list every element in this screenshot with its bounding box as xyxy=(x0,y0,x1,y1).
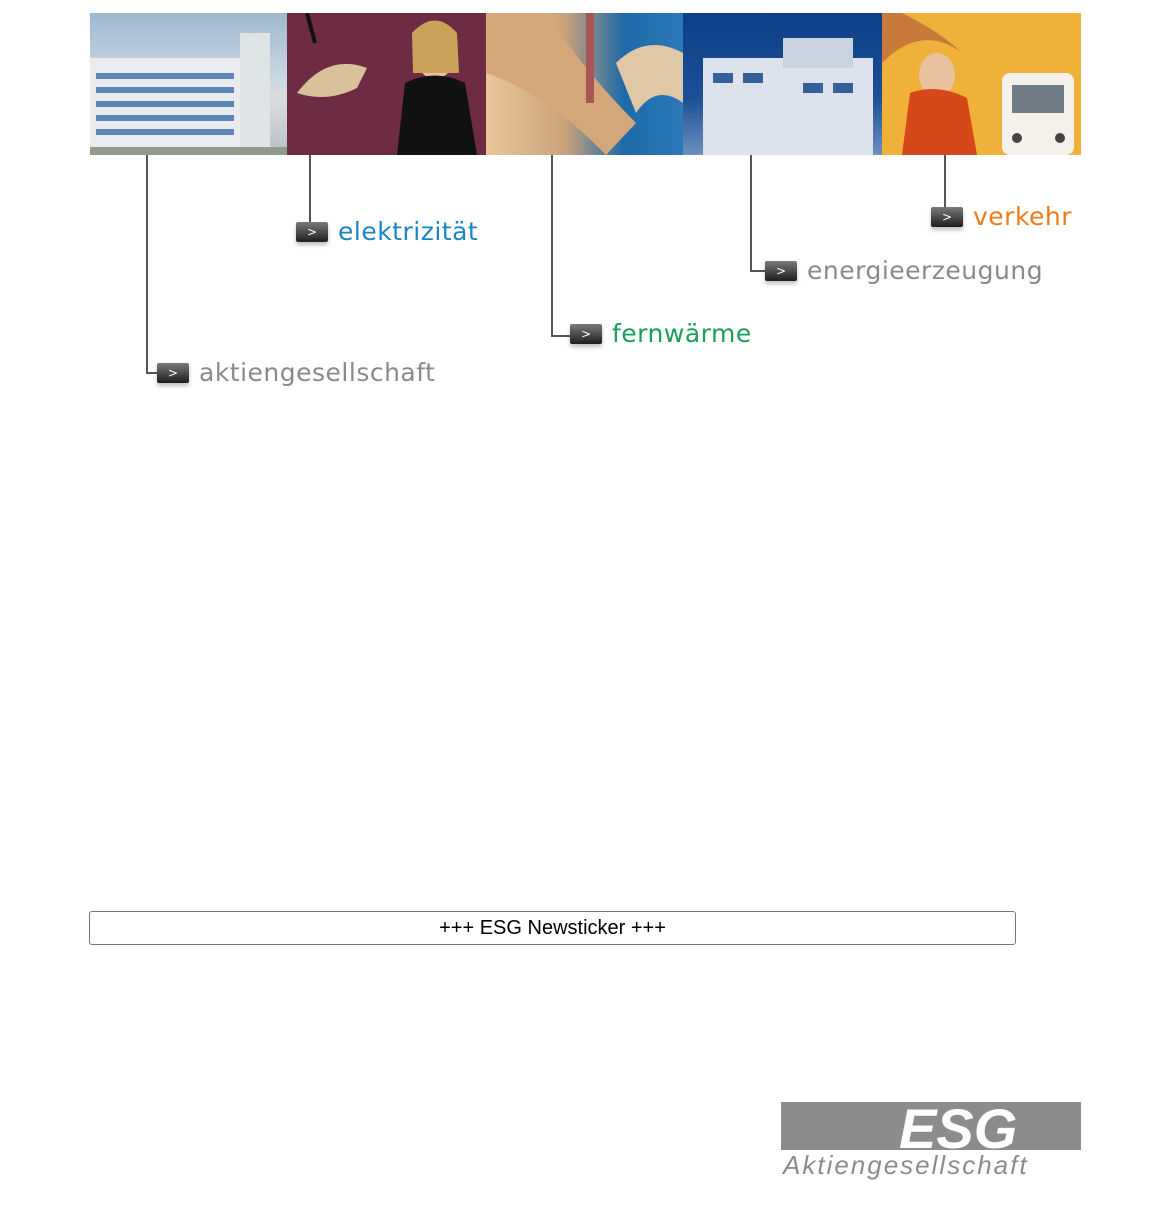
chevron-right-icon: > xyxy=(157,362,189,383)
chevron-right-icon: > xyxy=(931,206,963,227)
nav-label-fernwaerme: fernwärme xyxy=(612,319,752,348)
esg-logo[interactable]: ESG Aktiengesellschaft xyxy=(781,1097,1081,1182)
connector-elektrizitaet-vertical xyxy=(309,155,311,225)
banner-photo-pipes[interactable] xyxy=(486,13,683,155)
nav-label-aktiengesellschaft: aktiengesellschaft xyxy=(199,358,436,387)
banner-photo-transport[interactable] xyxy=(882,13,1081,155)
banner-photo-building[interactable] xyxy=(90,13,287,155)
header-banner xyxy=(90,13,1081,155)
nav-label-verkehr: verkehr xyxy=(973,202,1073,231)
nav-label-energieerzeugung: energieerzeugung xyxy=(807,256,1044,285)
chevron-right-icon: > xyxy=(570,323,602,344)
newsticker[interactable]: +++ ESG Newsticker +++ xyxy=(89,911,1016,945)
logo-subtitle: Aktiengesellschaft xyxy=(781,1150,1029,1180)
chevron-right-icon: > xyxy=(765,260,797,281)
banner-photo-woman-lamp[interactable] xyxy=(287,13,486,155)
nav-link-verkehr[interactable]: > verkehr xyxy=(931,202,1072,231)
nav-link-elektrizitaet[interactable]: > elektrizität xyxy=(296,217,478,246)
nav-link-energieerzeugung[interactable]: > energieerzeugung xyxy=(765,256,1043,285)
nav-label-elektrizitaet: elektrizität xyxy=(338,217,479,246)
nav-link-aktiengesellschaft[interactable]: > aktiengesellschaft xyxy=(157,358,435,387)
connector-aktiengesellschaft-vertical xyxy=(146,155,148,374)
connector-energieerzeugung-vertical xyxy=(750,155,752,272)
connector-fernwaerme-horizontal xyxy=(551,335,571,337)
chevron-right-icon: > xyxy=(296,221,328,242)
banner-photo-power-plant[interactable] xyxy=(683,13,882,155)
nav-link-fernwaerme[interactable]: > fernwärme xyxy=(570,319,752,348)
connector-fernwaerme-vertical xyxy=(551,155,553,337)
connector-energieerzeugung-horizontal xyxy=(750,270,766,272)
